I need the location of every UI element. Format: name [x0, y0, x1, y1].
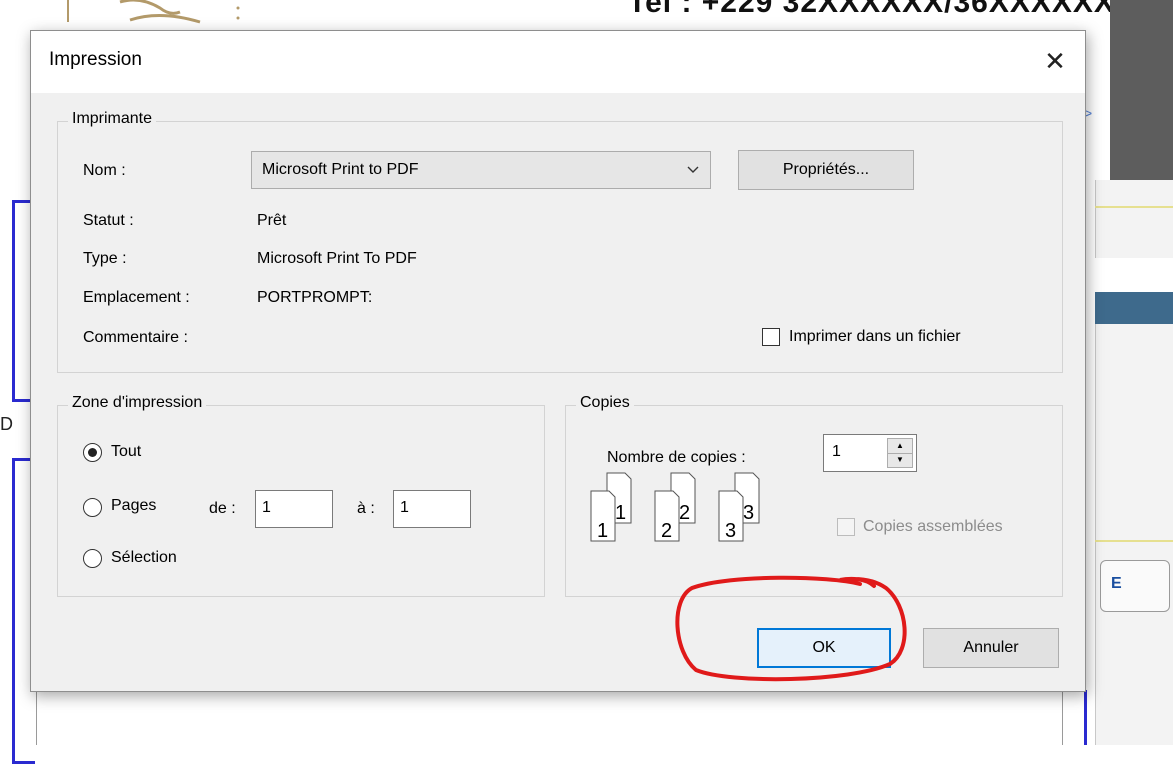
copies-count-label: Nombre de copies :: [607, 449, 746, 466]
properties-button[interactable]: Propriétés...: [738, 150, 914, 190]
background-side-button-label: E: [1111, 575, 1122, 592]
location-value: PORTPROMPT:: [257, 289, 373, 306]
chevron-down-icon: [687, 166, 699, 173]
copies-spin-buttons: ▲ ▼: [887, 438, 913, 468]
range-selection-label[interactable]: Sélection: [111, 549, 177, 567]
range-from-input[interactable]: 1: [255, 490, 333, 528]
collate-pages-icon: 1 1 2 2 3 3: [590, 472, 760, 542]
background-label: D: [0, 414, 13, 434]
range-from-label: de :: [209, 500, 236, 517]
printer-name-label: Nom :: [83, 162, 126, 179]
range-to-label: à :: [357, 500, 375, 517]
background-divider: [1095, 540, 1173, 542]
comment-label: Commentaire :: [83, 329, 188, 346]
range-to-input[interactable]: 1: [393, 490, 471, 528]
ok-button[interactable]: OK: [757, 628, 891, 668]
copies-count-spinner[interactable]: 1 ▲ ▼: [823, 434, 917, 472]
background-white-band: [1095, 258, 1173, 292]
range-pages-label[interactable]: Pages: [111, 497, 156, 515]
copies-count-value: 1: [832, 443, 841, 460]
location-label: Emplacement :: [83, 289, 190, 306]
collate-icon-digit: 1: [615, 502, 626, 524]
collate-icon-digit: 3: [725, 520, 736, 542]
collate-icon-digit: 2: [661, 520, 672, 542]
background-frame-edge: [1084, 690, 1087, 745]
printer-group-legend: Imprimante: [68, 110, 157, 128]
dialog-title: Impression: [49, 49, 142, 70]
close-icon[interactable]: ✕: [1035, 43, 1075, 79]
printer-name-dropdown[interactable]: Microsoft Print to PDF: [251, 151, 711, 189]
copies-group-legend: Copies: [576, 394, 634, 412]
background-frame-edge: [36, 690, 37, 745]
collate-icon-digit: 2: [679, 502, 690, 524]
print-to-file-checkbox[interactable]: [762, 328, 780, 346]
collate-checkbox[interactable]: [837, 518, 855, 536]
collate-label: Copies assemblées: [863, 518, 1003, 535]
print-to-file-label[interactable]: Imprimer dans un fichier: [789, 328, 961, 346]
cancel-button[interactable]: Annuler: [923, 628, 1059, 668]
status-label: Statut :: [83, 212, 134, 229]
spin-up-icon[interactable]: ▲: [888, 439, 912, 454]
print-dialog: Impression ✕ Imprimante Nom : Microsoft …: [30, 30, 1086, 692]
range-all-label[interactable]: Tout: [111, 443, 141, 461]
printer-name-value: Microsoft Print to PDF: [262, 161, 419, 178]
print-range-legend: Zone d'impression: [68, 394, 207, 412]
range-pages-radio[interactable]: [83, 498, 102, 517]
status-value: Prêt: [257, 212, 287, 229]
background-side-button[interactable]: E: [1100, 560, 1170, 612]
range-selection-radio[interactable]: [83, 549, 102, 568]
collate-icon-digit: 1: [597, 520, 608, 542]
collate-icon-digit: 3: [743, 502, 754, 524]
background-phone-text: Tel : +229 32XXXXXX/36XXXXXX: [628, 0, 1115, 19]
background-dark-panel: [1110, 0, 1173, 180]
spin-down-icon[interactable]: ▼: [888, 453, 912, 467]
range-all-radio[interactable]: [83, 443, 102, 462]
dialog-titlebar[interactable]: Impression ✕: [31, 31, 1085, 93]
type-label: Type :: [83, 250, 127, 267]
background-divider: [1095, 206, 1173, 208]
company-logo: [67, 0, 240, 24]
type-value: Microsoft Print To PDF: [257, 250, 417, 267]
background-frame-edge: [1062, 690, 1063, 745]
background-header-band: [1095, 292, 1173, 324]
